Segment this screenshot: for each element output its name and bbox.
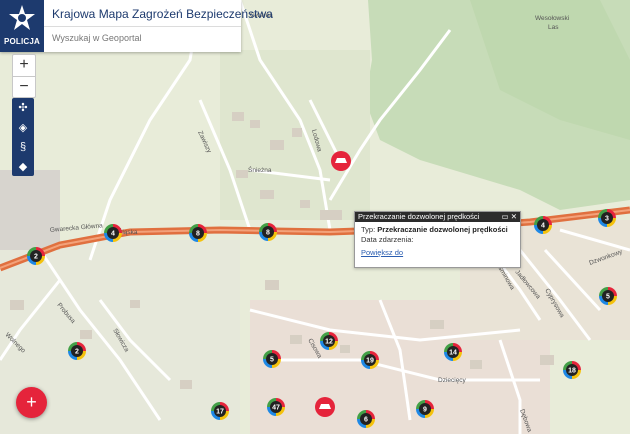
cluster-count: 17 (216, 409, 224, 416)
type-value: Przekraczanie dozwolonej prędkości (377, 225, 508, 234)
tag-icon[interactable]: ◆ (12, 157, 34, 177)
street-label-sniezna: Śnieżna (248, 165, 272, 174)
zoom-to-link[interactable]: Powiększ do (361, 248, 514, 258)
cluster-marker[interactable]: 5 (599, 287, 617, 305)
cluster-count: 9 (423, 407, 427, 414)
cluster-marker[interactable]: 8 (259, 223, 277, 241)
star-badge-icon (9, 5, 35, 30)
date-label: Data zdarzenia: (361, 235, 414, 244)
zoom-control: + − (12, 54, 36, 98)
cluster-count: 3 (605, 216, 609, 223)
cluster-count: 14 (449, 350, 457, 357)
cluster-marker[interactable]: 2 (68, 342, 86, 360)
cluster-count: 19 (366, 358, 374, 365)
zoom-out-button[interactable]: − (13, 77, 35, 98)
cluster-count: 4 (541, 223, 545, 230)
cluster-count: 47 (272, 405, 280, 412)
cluster-count: 18 (568, 368, 576, 375)
cluster-marker[interactable]: 4 (534, 216, 552, 234)
fullscreen-icon[interactable]: ✣ (12, 98, 34, 118)
cluster-marker[interactable]: 19 (361, 351, 379, 369)
cluster-marker[interactable]: 14 (444, 343, 462, 361)
cluster-marker[interactable]: 8 (189, 224, 207, 242)
popup-title: Przekraczanie dozwolonej prędkości (358, 212, 480, 221)
cluster-count: 2 (34, 254, 38, 261)
cluster-marker[interactable]: 6 (357, 410, 375, 428)
cluster-count: 5 (270, 357, 274, 364)
police-logo[interactable]: POLICJA (0, 0, 44, 52)
area-label-las: Las (548, 24, 559, 31)
add-report-button[interactable]: + (16, 387, 47, 418)
incident-car-icon[interactable] (315, 397, 335, 417)
maximize-icon[interactable]: ▭ (502, 212, 509, 221)
cluster-marker[interactable]: 12 (320, 332, 338, 350)
popup-header: Przekraczanie dozwolonej prędkości ▭ ✕ (355, 212, 520, 222)
law-icon[interactable]: § (12, 137, 34, 157)
cluster-count: 2 (75, 349, 79, 356)
cluster-marker[interactable]: 5 (263, 350, 281, 368)
cluster-marker[interactable]: 47 (267, 398, 285, 416)
search-input[interactable]: Wyszukaj w Geoportal (44, 26, 241, 52)
cluster-count: 5 (606, 294, 610, 301)
area-label-wesolowski: Wesołowski (535, 15, 569, 22)
map-canvas[interactable]: Gwarna Gwarecka Główna Śląska Zawiszy Lo… (0, 0, 630, 434)
cluster-count: 12 (325, 339, 333, 346)
cluster-count: 8 (196, 231, 200, 238)
incident-popup: Przekraczanie dozwolonej prędkości ▭ ✕ T… (354, 211, 521, 268)
popup-body: Typ: Przekraczanie dozwolonej prędkości … (355, 222, 520, 261)
locate-icon[interactable]: ◈ (12, 118, 34, 138)
cluster-count: 8 (266, 230, 270, 237)
cluster-marker[interactable]: 4 (104, 224, 122, 242)
map-toolbar: ✣ ◈ § ◆ (12, 98, 34, 176)
cluster-marker[interactable]: 3 (598, 209, 616, 227)
cluster-count: 6 (364, 417, 368, 424)
app-title: Krajowa Mapa Zagrożeń Bezpieczeństwa (52, 7, 273, 21)
incident-car-icon[interactable] (331, 151, 351, 171)
zoom-in-button[interactable]: + (13, 55, 35, 77)
street-label-dziecieca: Dziecięcy (438, 377, 467, 384)
cluster-marker[interactable]: 9 (416, 400, 434, 418)
cluster-marker[interactable]: 17 (211, 402, 229, 420)
type-label: Typ: (361, 225, 376, 234)
cluster-marker[interactable]: 18 (563, 361, 581, 379)
close-icon[interactable]: ✕ (511, 212, 517, 221)
logo-text: POLICJA (3, 37, 41, 46)
app-header: POLICJA Krajowa Mapa Zagrożeń Bezpieczeń… (0, 0, 273, 52)
search-placeholder: Wyszukaj w Geoportal (52, 33, 142, 43)
cluster-marker[interactable]: 2 (27, 247, 45, 265)
cluster-count: 4 (111, 231, 115, 238)
